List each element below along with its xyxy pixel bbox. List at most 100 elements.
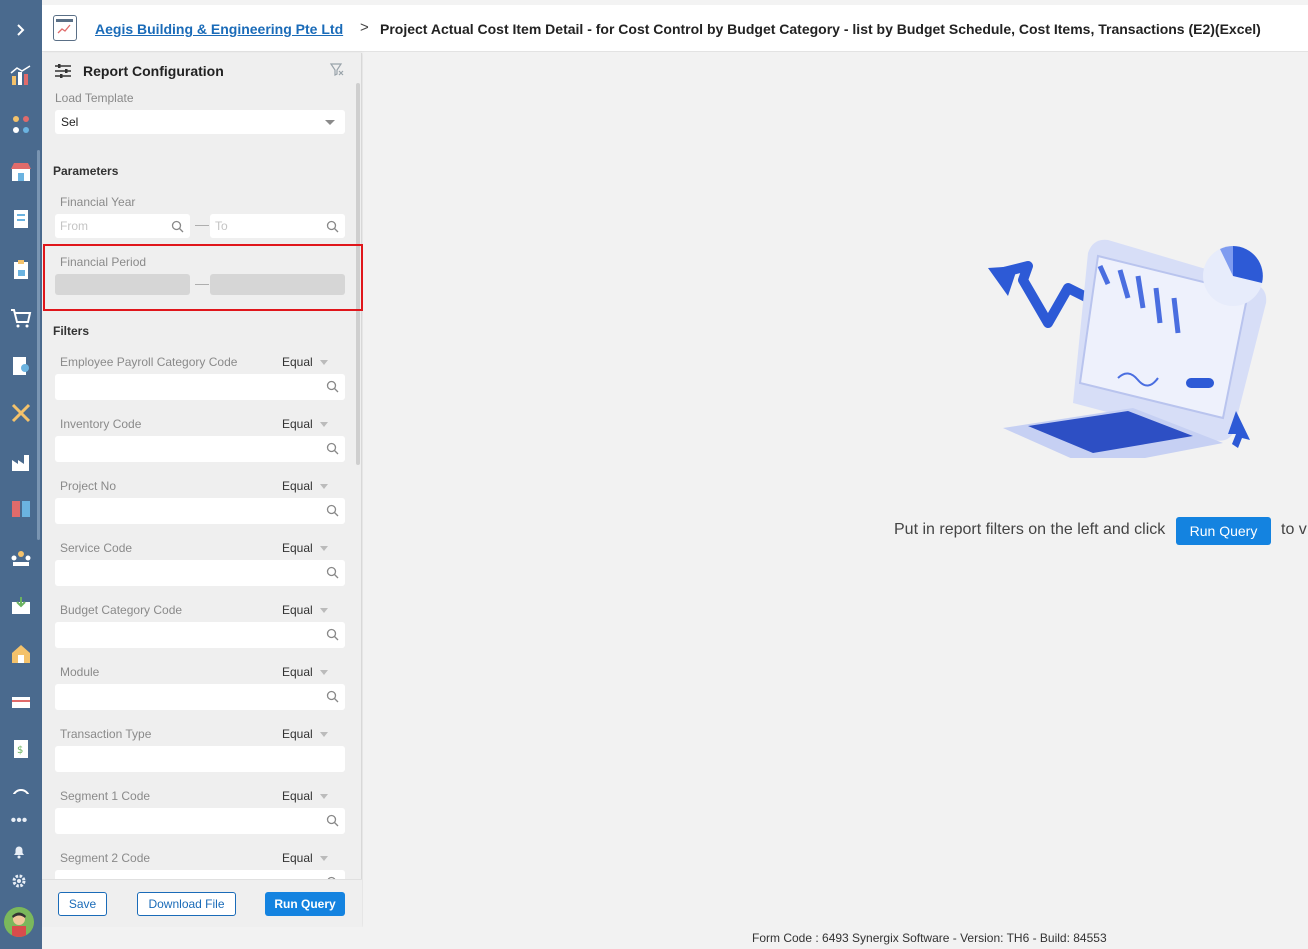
- document-person-icon[interactable]: [9, 354, 33, 378]
- user-avatar[interactable]: [4, 907, 34, 937]
- chevron-down-icon[interactable]: [320, 670, 328, 675]
- chevron-down-icon: [325, 120, 335, 125]
- svg-text:$: $: [17, 745, 23, 756]
- more-icon[interactable]: •••: [10, 812, 28, 830]
- clipboard-icon[interactable]: [9, 258, 33, 282]
- load-template-value: Sel: [61, 115, 79, 129]
- expand-nav-button[interactable]: [0, 5, 42, 55]
- filter-value-input[interactable]: [55, 622, 345, 648]
- filter-operator-select[interactable]: Equal: [282, 851, 313, 865]
- ledger-icon[interactable]: [9, 497, 33, 521]
- factory-icon[interactable]: [9, 450, 33, 474]
- status-footer: Form Code : 6493 Synergix Software - Ver…: [42, 927, 1308, 949]
- sliders-icon: [55, 64, 71, 78]
- analytics-icon[interactable]: [9, 64, 33, 88]
- filter-value-input[interactable]: [55, 560, 345, 586]
- inbox-icon[interactable]: [9, 594, 33, 618]
- filter-label: Project No: [60, 479, 117, 493]
- search-icon: [326, 566, 339, 579]
- filter-value-input[interactable]: [55, 808, 345, 834]
- chevron-down-icon[interactable]: [320, 422, 328, 427]
- nav-rail: $ •••: [0, 0, 42, 949]
- report-chart-icon: [53, 15, 77, 41]
- chevron-down-icon[interactable]: [320, 484, 328, 489]
- gauge-icon[interactable]: [9, 784, 33, 794]
- filter-operator-select[interactable]: Equal: [282, 665, 313, 679]
- download-file-button[interactable]: Download File: [137, 892, 236, 916]
- chevron-down-icon[interactable]: [320, 856, 328, 861]
- search-icon: [326, 628, 339, 641]
- chevron-down-icon[interactable]: [320, 732, 328, 737]
- financial-year-from-input[interactable]: From: [55, 214, 190, 238]
- filter-value-input[interactable]: [55, 498, 345, 524]
- nav-scrollbar[interactable]: [37, 150, 40, 540]
- chevron-down-icon[interactable]: [320, 794, 328, 799]
- tools-icon[interactable]: [9, 401, 33, 425]
- filter-label: Segment 1 Code: [60, 789, 151, 803]
- chevron-down-icon[interactable]: [320, 360, 328, 365]
- filter-operator-select[interactable]: Equal: [282, 789, 313, 803]
- filter-operator-select[interactable]: Equal: [282, 603, 313, 617]
- report-config-panel: Report Configuration Load Template Sel P…: [42, 53, 362, 927]
- chevron-down-icon[interactable]: [320, 608, 328, 613]
- build-info: Form Code : 6493 Synergix Software - Ver…: [752, 931, 1107, 945]
- card-icon[interactable]: [9, 690, 33, 714]
- invoice-dollar-icon[interactable]: $: [9, 737, 33, 761]
- filter-operator-select[interactable]: Equal: [282, 355, 313, 369]
- search-icon: [171, 220, 184, 233]
- filter-operator-select[interactable]: Equal: [282, 417, 313, 431]
- filter-label: Inventory Code: [60, 417, 142, 431]
- filters-heading: Filters: [53, 324, 90, 338]
- clear-filter-icon[interactable]: [328, 61, 344, 80]
- filter-value-input[interactable]: [55, 436, 345, 462]
- filter-label: Service Code: [60, 541, 133, 555]
- financial-year-to-input[interactable]: To: [210, 214, 345, 238]
- chevron-down-icon[interactable]: [320, 546, 328, 551]
- breadcrumb-separator: >: [360, 19, 369, 36]
- search-icon: [326, 380, 339, 393]
- bell-icon[interactable]: [10, 843, 28, 861]
- chevron-right-icon: [17, 24, 25, 36]
- report-illustration: [988, 239, 1267, 458]
- from-placeholder: From: [60, 219, 88, 233]
- filter-operator-select[interactable]: Equal: [282, 541, 313, 555]
- load-template-select[interactable]: Sel: [55, 110, 345, 134]
- settings-gear-icon[interactable]: [10, 873, 28, 891]
- filter-operator-select[interactable]: Equal: [282, 479, 313, 493]
- cart-icon[interactable]: [9, 306, 33, 330]
- receipt-icon[interactable]: [9, 207, 33, 231]
- filter-operator-select[interactable]: Equal: [282, 727, 313, 741]
- filter-label: Transaction Type: [60, 727, 152, 741]
- range-dash: —: [195, 216, 209, 232]
- financial-year-label: Financial Year: [60, 195, 136, 209]
- page-title: Project Actual Cost Item Detail - for Co…: [380, 21, 1261, 37]
- empty-state-text: Put in report filters on the left and cl…: [894, 521, 1166, 538]
- run-query-button[interactable]: Run Query: [265, 892, 345, 916]
- filter-value-input[interactable]: [55, 374, 345, 400]
- empty-state-run-query-button[interactable]: Run Query: [1176, 517, 1271, 545]
- empty-state-tail-text: to v: [1281, 521, 1307, 538]
- load-template-label: Load Template: [55, 91, 134, 105]
- filter-label: Segment 2 Code: [60, 851, 151, 865]
- home-icon[interactable]: [9, 642, 33, 666]
- filter-label: Budget Category Code: [60, 603, 183, 617]
- filter-value-input[interactable]: [55, 746, 345, 772]
- company-breadcrumb-link[interactable]: Aegis Building & Engineering Pte Ltd: [95, 21, 343, 37]
- search-icon: [326, 690, 339, 703]
- filter-label: Module: [60, 665, 100, 679]
- search-icon: [326, 814, 339, 827]
- panel-title: Report Configuration: [83, 63, 224, 79]
- main-content: [363, 53, 1308, 927]
- search-icon: [326, 220, 339, 233]
- store-icon[interactable]: [9, 160, 33, 184]
- team-icon[interactable]: [9, 546, 33, 570]
- search-icon: [326, 442, 339, 455]
- save-button[interactable]: Save: [58, 892, 107, 916]
- parameters-heading: Parameters: [53, 164, 119, 178]
- org-chart-icon[interactable]: [9, 113, 33, 137]
- panel-footer: Save Download File Run Query: [42, 879, 362, 927]
- search-icon: [326, 504, 339, 517]
- filter-value-input[interactable]: [55, 684, 345, 710]
- filter-label: Employee Payroll Category Code: [60, 355, 238, 369]
- to-placeholder: To: [215, 219, 228, 233]
